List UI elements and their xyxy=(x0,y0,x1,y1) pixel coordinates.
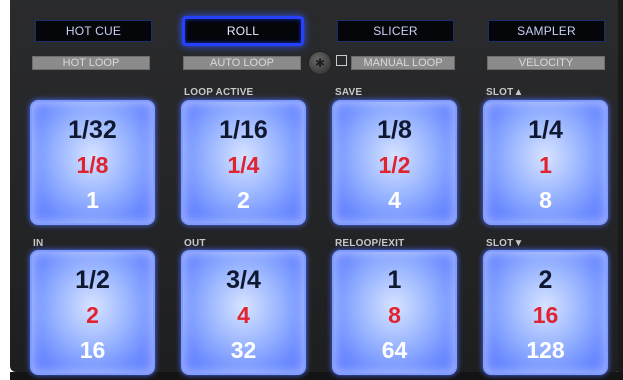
pad-top-value: 1/4 xyxy=(528,116,563,144)
pad-top-value: 3/4 xyxy=(226,266,261,294)
slicer-button[interactable]: SLICER xyxy=(337,20,454,42)
pad-1[interactable]: 1/32 1/8 1 xyxy=(30,100,155,225)
pad-mid-value: 1 xyxy=(539,152,552,178)
pad-label-save: SAVE xyxy=(335,87,363,98)
pad-bottom-value: 32 xyxy=(230,337,257,363)
pad-label-in: IN xyxy=(33,238,44,249)
pad-bottom-value: 16 xyxy=(79,337,106,363)
pad-2[interactable]: 1/16 1/4 2 xyxy=(181,100,306,225)
pad-bottom-value: 8 xyxy=(539,187,552,213)
pad-7[interactable]: 1 8 64 xyxy=(332,250,457,375)
pad-8[interactable]: 2 16 128 xyxy=(483,250,608,375)
velocity-button[interactable]: VELOCITY xyxy=(487,56,605,70)
pad-top-value: 1/16 xyxy=(219,116,268,144)
pad-label-slot-up: SLOT▲ xyxy=(486,87,524,98)
asterisk-icon[interactable]: ✱ xyxy=(308,51,332,75)
pad-top-value: 1/2 xyxy=(75,266,110,294)
hot-cue-button[interactable]: HOT CUE xyxy=(35,20,152,42)
pad-4[interactable]: 1/4 1 8 xyxy=(483,100,608,225)
pad-mid-value: 16 xyxy=(532,302,559,328)
pad-6[interactable]: 3/4 4 32 xyxy=(181,250,306,375)
pad-mid-value: 1/4 xyxy=(227,152,260,178)
pad-bottom-value: 2 xyxy=(237,187,250,213)
pad-label-out: OUT xyxy=(184,238,206,249)
pad-label-reloop-exit: RELOOP/EXIT xyxy=(335,238,405,249)
auto-loop-button[interactable]: AUTO LOOP xyxy=(183,56,301,70)
pad-top-value: 1 xyxy=(387,266,402,294)
pad-bottom-value: 4 xyxy=(388,187,401,213)
pad-top-value: 1/32 xyxy=(68,116,117,144)
pad-mid-value: 8 xyxy=(388,302,401,328)
frame-edge xyxy=(618,0,623,380)
checkbox-icon xyxy=(336,55,347,66)
pad-3[interactable]: 1/8 1/2 4 xyxy=(332,100,457,225)
pad-mid-value: 1/2 xyxy=(378,152,411,178)
pad-bottom-value: 64 xyxy=(381,337,408,363)
pad-bottom-value: 128 xyxy=(526,337,565,363)
pad-5[interactable]: 1/2 2 16 xyxy=(30,250,155,375)
pad-label-slot-down: SLOT▼ xyxy=(486,238,524,249)
hot-loop-button[interactable]: HOT LOOP xyxy=(32,56,150,70)
sampler-button[interactable]: SAMPLER xyxy=(488,20,605,42)
pad-mid-value: 4 xyxy=(237,302,250,328)
pad-bottom-value: 1 xyxy=(86,187,99,213)
pad-label-loop-active: LOOP ACTIVE xyxy=(184,87,254,98)
roll-button[interactable]: ROLL xyxy=(182,16,304,46)
pad-mid-value: 2 xyxy=(86,302,99,328)
pad-top-value: 1/8 xyxy=(377,116,412,144)
manual-loop-button[interactable]: MANUAL LOOP xyxy=(351,56,455,70)
pad-mid-value: 1/8 xyxy=(76,152,109,178)
pad-top-value: 2 xyxy=(538,266,553,294)
